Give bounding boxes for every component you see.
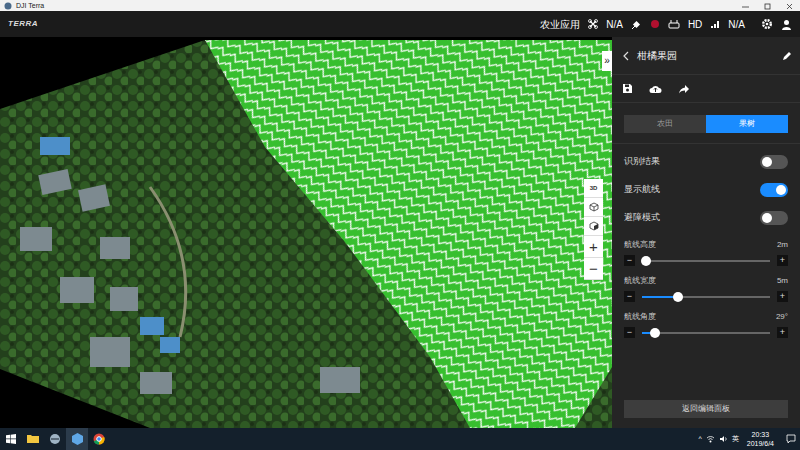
slider-control: −+ <box>624 327 788 338</box>
crop-type-tab[interactable]: 农田 <box>624 115 706 133</box>
notification-icon[interactable] <box>786 434 796 444</box>
slider-decrease-button[interactable]: − <box>624 255 635 266</box>
toggle-row: 避障模式 <box>612 204 800 232</box>
pencil-icon[interactable] <box>782 51 792 61</box>
slider-row: 航线角度29°−+ <box>612 308 800 344</box>
slider-thumb[interactable] <box>641 256 651 266</box>
view-3d-button[interactable]: 3D <box>584 179 603 198</box>
app-shortcut-icon[interactable] <box>44 428 66 450</box>
toggle-knob <box>762 213 772 223</box>
clock-date: 2019/6/4 <box>747 439 774 448</box>
side-panel: 柑橘果园 农田果树 识别结果显示航线避障模式 航线高度2m−+航线宽度5m−+航… <box>612 37 800 428</box>
orchard-model[interactable] <box>0 37 612 428</box>
slider-header: 航线高度 2m <box>624 239 788 251</box>
signal-icon <box>710 19 720 29</box>
maximize-icon[interactable] <box>756 0 778 11</box>
slider-thumb[interactable] <box>673 292 683 302</box>
chrome-icon[interactable] <box>88 428 110 450</box>
volume-icon[interactable] <box>719 435 728 443</box>
folder-icon[interactable] <box>22 428 44 450</box>
toggle-label: 避障模式 <box>624 211 660 225</box>
zoom-out-button[interactable]: − <box>584 258 603 280</box>
clock[interactable]: 20:33 2019/6/4 <box>743 430 778 448</box>
close-icon[interactable] <box>778 0 800 11</box>
gear-icon[interactable] <box>761 18 773 30</box>
crop-type-tab[interactable]: 果树 <box>706 115 788 133</box>
cube-side-icon[interactable] <box>584 217 603 236</box>
logo: TERRA <box>8 18 38 30</box>
satellite-icon <box>631 19 642 30</box>
slider-thumb[interactable] <box>650 328 660 338</box>
network-icon[interactable] <box>706 435 715 443</box>
slider-track[interactable] <box>642 260 770 262</box>
minimize-icon[interactable] <box>734 0 756 11</box>
user-icon[interactable] <box>781 19 792 30</box>
cube-icon[interactable] <box>584 198 603 217</box>
slider-track[interactable] <box>642 296 770 298</box>
window-title: DJI Terra <box>16 0 44 11</box>
toggle-switch[interactable] <box>760 155 788 169</box>
slider-header: 航线宽度 5m <box>624 275 788 287</box>
drone-icon <box>588 19 598 29</box>
save-icon[interactable] <box>622 83 633 94</box>
clock-time: 20:33 <box>747 430 774 439</box>
slider-row: 航线高度2m−+ <box>612 236 800 272</box>
toggle-row: 识别结果 <box>612 148 800 176</box>
slider-header: 航线角度 29° <box>624 311 788 323</box>
alert-icon <box>650 19 660 29</box>
slider-track[interactable] <box>642 332 770 334</box>
toggle-label: 识别结果 <box>624 155 660 169</box>
drone-status: N/A <box>606 17 623 32</box>
slider-reading: 29° <box>776 311 788 323</box>
app-main: » 3D + − 柑橘果园 农田果树 识别结果显示航线避障模式 航线高度2m−+… <box>0 37 800 428</box>
slider-decrease-button[interactable]: − <box>624 327 635 338</box>
terra-taskbar-icon[interactable] <box>66 428 88 450</box>
title-bar: DJI Terra <box>0 0 800 11</box>
back-icon[interactable] <box>622 51 629 61</box>
map-view[interactable]: » 3D + − <box>0 37 612 428</box>
toggle-row: 显示航线 <box>612 176 800 204</box>
slider-control: −+ <box>624 255 788 266</box>
collapse-button[interactable]: » <box>602 51 612 71</box>
input-method[interactable]: 英 <box>732 434 739 445</box>
slider-increase-button[interactable]: + <box>777 291 788 302</box>
project-title: 柑橘果园 <box>637 48 677 63</box>
toggle-label: 显示航线 <box>624 183 660 197</box>
slider-reading: 2m <box>777 239 788 251</box>
cloud-upload-icon[interactable] <box>649 84 662 94</box>
slider-label: 航线高度 <box>624 239 656 251</box>
zoom-in-button[interactable]: + <box>584 236 603 258</box>
map-toolbar: 3D + − <box>584 179 603 280</box>
tray-expand[interactable]: ^ <box>698 434 701 445</box>
taskbar: ^ 英 20:33 2019/6/4 <box>0 428 800 450</box>
slider-increase-button[interactable]: + <box>777 327 788 338</box>
back-to-edit-button[interactable]: 返回编辑面板 <box>624 400 788 418</box>
toggle-knob <box>762 157 772 167</box>
toggle-switch[interactable] <box>760 211 788 225</box>
windows-start-icon[interactable] <box>0 428 22 450</box>
slider-label: 航线宽度 <box>624 275 656 287</box>
controller-icon <box>668 19 680 29</box>
slider-increase-button[interactable]: + <box>777 255 788 266</box>
view-3d-label: 3D <box>590 184 598 193</box>
slider-decrease-button[interactable]: − <box>624 291 635 302</box>
slider-label: 航线角度 <box>624 311 656 323</box>
slider-row: 航线宽度5m−+ <box>612 272 800 308</box>
mode-label[interactable]: 农业应用 <box>540 17 580 32</box>
share-icon[interactable] <box>678 84 690 94</box>
slider-reading: 5m <box>777 275 788 287</box>
slider-control: −+ <box>624 291 788 302</box>
signal-status: N/A <box>728 17 745 32</box>
app-bar: TERRA 农业应用 N/A HD N/A <box>0 11 800 37</box>
toggle-knob <box>776 185 786 195</box>
crop-type-switch: 农田果树 <box>624 115 788 133</box>
toggle-switch[interactable] <box>760 183 788 197</box>
video-status: HD <box>688 17 702 32</box>
app-icon <box>4 2 12 10</box>
